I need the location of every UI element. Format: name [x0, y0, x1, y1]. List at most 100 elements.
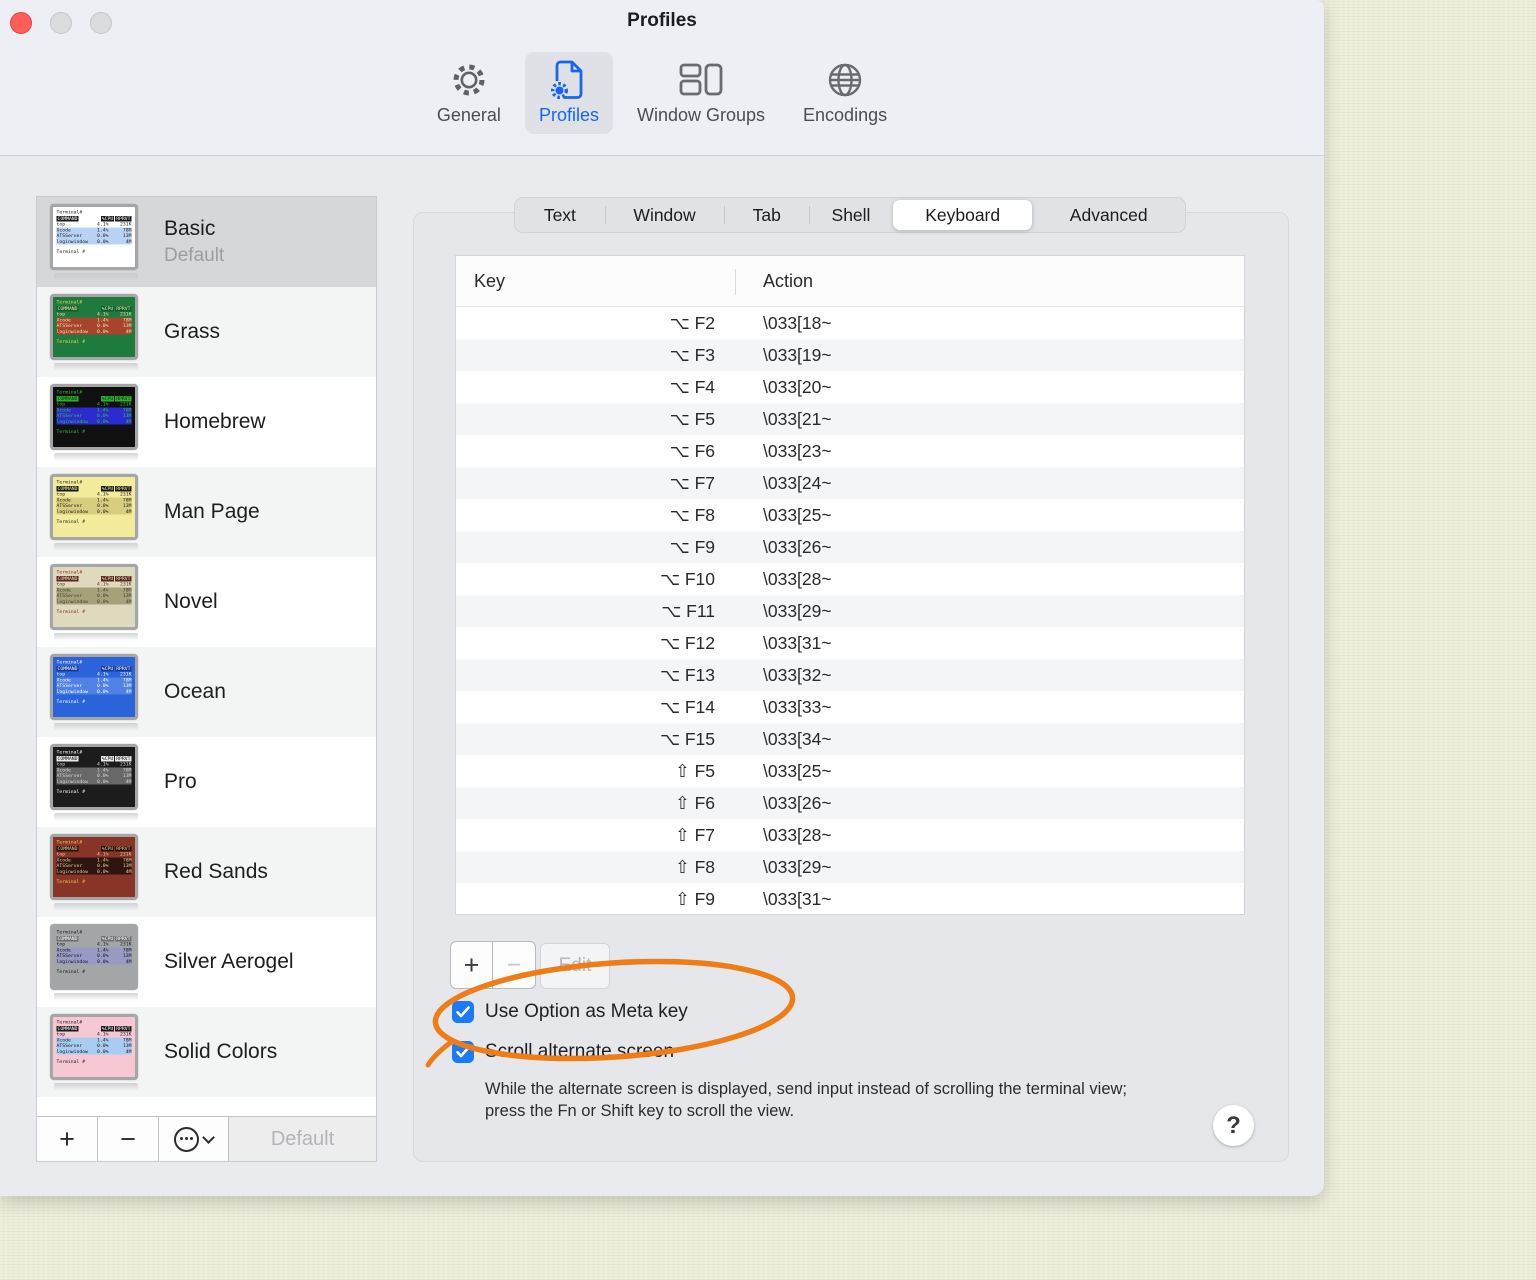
table-row[interactable]: ⇧ F7 \033[28~: [456, 819, 1244, 851]
profile-row-silver-aerogel[interactable]: Terminal# COMMAND %CPU RPRVT top 4.1% 231K Xcod…: [37, 917, 376, 1007]
profile-thumbnail: Terminal# COMMAND %CPU RPRVT top 4.1% 231K Xcod…: [50, 653, 142, 731]
toolbar-item-general[interactable]: General: [423, 52, 515, 134]
titlebar: Profiles General Profiles Window Groups …: [0, 0, 1324, 156]
toolbar: General Profiles Window Groups Encodings: [0, 52, 1324, 134]
table-row[interactable]: ⇧ F5 \033[25~: [456, 755, 1244, 787]
profile-row-ocean[interactable]: Terminal# COMMAND %CPU RPRVT top 4.1% 231K Xcod…: [37, 647, 376, 737]
remove-key-binding-button[interactable]: −: [493, 941, 536, 989]
window-tiles-icon: [678, 59, 724, 101]
scroll-alternate-description: While the alternate screen is displayed,…: [485, 1080, 1128, 1120]
tab-shell[interactable]: Shell: [809, 198, 893, 232]
chevron-down-icon: [202, 1130, 215, 1144]
ellipsis-circle-icon: [174, 1126, 199, 1152]
terminal-preview: Terminal# COMMAND %CPU RPRVT top 4.1% 231K Xcod…: [53, 926, 135, 987]
table-row[interactable]: ⌥ F14 \033[33~: [456, 691, 1244, 723]
checkbox-label: Scroll alternate screen: [485, 1041, 675, 1062]
table-row[interactable]: ⌥ F3 \033[19~: [456, 339, 1244, 371]
profile-row-red-sands[interactable]: Terminal# COMMAND %CPU RPRVT top 4.1% 231K Xcod…: [37, 827, 376, 917]
table-row[interactable]: ⌥ F8 \033[25~: [456, 499, 1244, 531]
edit-key-binding-button[interactable]: Edit: [540, 943, 610, 989]
thumbnail-reflection: [54, 542, 138, 551]
table-row[interactable]: ⇧ F6 \033[26~: [456, 787, 1244, 819]
profile-thumbnail: Terminal# COMMAND %CPU RPRVT top 4.1% 231K Xcod…: [50, 1013, 142, 1091]
table-row[interactable]: ⌥ F10 \033[28~: [456, 563, 1244, 595]
terminal-preview: Terminal# COMMAND %CPU RPRVT top 4.1% 231K Xcod…: [53, 656, 135, 717]
thumbnail-reflection: [54, 722, 138, 731]
table-row[interactable]: ⌥ F7 \033[24~: [456, 467, 1244, 499]
terminal-preview: Terminal# COMMAND %CPU RPRVT top 4.1% 231K Xcod…: [53, 746, 135, 807]
checkbox-checked[interactable]: [452, 1001, 474, 1023]
remove-profile-button[interactable]: −: [98, 1117, 159, 1161]
add-profile-button[interactable]: +: [37, 1117, 98, 1161]
key-binding-editor-buttons: + − Edit: [450, 941, 610, 989]
thumbnail-reflection: [54, 362, 138, 371]
profile-thumbnail: Terminal# COMMAND %CPU RPRVT top 4.1% 231K Xcod…: [50, 563, 142, 641]
tab-tab[interactable]: Tab: [724, 198, 809, 232]
terminal-preview: Terminal# COMMAND %CPU RPRVT top 4.1% 231K Xcod…: [53, 566, 135, 627]
checkbox-checked[interactable]: [452, 1041, 474, 1063]
thumbnail-reflection: [54, 452, 138, 461]
profile-row-novel[interactable]: Terminal# COMMAND %CPU RPRVT top 4.1% 231K Xcod…: [37, 557, 376, 647]
column-header-action: Action: [763, 270, 814, 291]
profiles-sidebar: Terminal# COMMAND %CPU RPRVT top 4.1% 231K Xcod…: [36, 196, 377, 1162]
use-option-as-meta-checkbox-row[interactable]: Use Option as Meta key: [452, 998, 688, 1026]
terminal-preview: Terminal# COMMAND %CPU RPRVT top 4.1% 231K Xcod…: [53, 386, 135, 447]
column-header-key: Key: [474, 270, 506, 291]
thumbnail-reflection: [54, 902, 138, 911]
thumbnail-reflection: [54, 1082, 138, 1091]
profile-row-grass[interactable]: Terminal# COMMAND %CPU RPRVT top 4.1% 231K Xcod…: [37, 287, 376, 377]
window-title: Profiles: [627, 10, 697, 31]
table-row[interactable]: ⌥ F15 \033[34~: [456, 723, 1244, 755]
thumbnail-reflection: [54, 272, 138, 281]
profile-thumbnail: Terminal# COMMAND %CPU RPRVT top 4.1% 231K Xcod…: [50, 473, 142, 551]
terminal-preview: Terminal# COMMAND %CPU RPRVT top 4.1% 231K Xcod…: [53, 1016, 135, 1077]
sidebar-footer: + − Default: [37, 1116, 376, 1161]
terminal-preview: Terminal# COMMAND %CPU RPRVT top 4.1% 231K Xcod…: [53, 476, 135, 537]
key-bindings-table: Key Action ⌥ F2 \033[18~ ⌥ F3 \033[19~ ⌥ F…: [455, 255, 1245, 915]
profile-list: Terminal# COMMAND %CPU RPRVT top 4.1% 231K Xcod…: [37, 197, 376, 1117]
profile-row-man-page[interactable]: Terminal# COMMAND %CPU RPRVT top 4.1% 231K Xcod…: [37, 467, 376, 557]
table-row[interactable]: ⇧ F9 \033[31~: [456, 883, 1244, 915]
table-row[interactable]: ⌥ F6 \033[23~: [456, 435, 1244, 467]
profile-row-solid-colors[interactable]: Terminal# COMMAND %CPU RPRVT top 4.1% 231K Xcod…: [37, 1007, 376, 1097]
table-row[interactable]: ⌥ F2 \033[18~: [456, 307, 1244, 339]
terminal-preview: Terminal# COMMAND %CPU RPRVT top 4.1% 231K Xcod…: [53, 206, 135, 267]
tab-keyboard[interactable]: Keyboard: [892, 200, 1033, 230]
profile-thumbnail: Terminal# COMMAND %CPU RPRVT top 4.1% 231K Xcod…: [50, 203, 142, 281]
table-row[interactable]: ⌥ F13 \033[32~: [456, 659, 1244, 691]
checkmark-icon: [456, 1006, 470, 1018]
table-row[interactable]: ⌥ F12 \033[31~: [456, 627, 1244, 659]
terminal-preview: Terminal# COMMAND %CPU RPRVT top 4.1% 231K Xcod…: [53, 836, 135, 897]
profile-row-pro[interactable]: Terminal# COMMAND %CPU RPRVT top 4.1% 231K Xcod…: [37, 737, 376, 827]
profile-thumbnail: Terminal# COMMAND %CPU RPRVT top 4.1% 231K Xcod…: [50, 293, 142, 371]
toolbar-item-profiles[interactable]: Profiles: [524, 52, 613, 134]
table-row[interactable]: ⌥ F11 \033[29~: [456, 595, 1244, 627]
toolbar-item-window-groups[interactable]: Window Groups: [623, 52, 779, 134]
terminal-preview: Terminal# COMMAND %CPU RPRVT top 4.1% 231K Xcod…: [53, 296, 135, 357]
document-with-gear-icon: [550, 59, 588, 101]
set-default-button[interactable]: Default: [229, 1117, 376, 1161]
table-body: ⌥ F2 \033[18~ ⌥ F3 \033[19~ ⌥ F4 \033[20~ ⌥…: [456, 307, 1244, 915]
toolbar-item-encodings[interactable]: Encodings: [789, 52, 901, 134]
tab-text[interactable]: Text: [515, 198, 605, 232]
profile-thumbnail: Terminal# COMMAND %CPU RPRVT top 4.1% 231K Xcod…: [50, 383, 142, 461]
scroll-alternate-screen-checkbox-row[interactable]: Scroll alternate screen: [452, 1038, 674, 1066]
thumbnail-reflection: [54, 812, 138, 821]
table-row[interactable]: ⌥ F9 \033[26~: [456, 531, 1244, 563]
profile-actions-menu-button[interactable]: [159, 1117, 229, 1161]
profile-row-basic[interactable]: Terminal# COMMAND %CPU RPRVT top 4.1% 231K Xcod…: [37, 197, 376, 287]
preferences-window: Profiles General Profiles Window Groups …: [0, 0, 1324, 1196]
add-key-binding-button[interactable]: +: [450, 941, 493, 989]
table-row[interactable]: ⇧ F8 \033[29~: [456, 851, 1244, 883]
thumbnail-reflection: [54, 992, 138, 1001]
table-row[interactable]: ⌥ F4 \033[20~: [456, 371, 1244, 403]
tab-window[interactable]: Window: [604, 198, 725, 232]
table-row[interactable]: ⌥ F5 \033[21~: [456, 403, 1244, 435]
profile-row-homebrew[interactable]: Terminal# COMMAND %CPU RPRVT top 4.1% 231K Xcod…: [37, 377, 376, 467]
thumbnail-reflection: [54, 632, 138, 641]
tab-advanced[interactable]: Advanced: [1032, 198, 1185, 232]
column-divider[interactable]: [735, 269, 736, 295]
help-button[interactable]: ?: [1213, 1105, 1254, 1146]
profile-thumbnail: Terminal# COMMAND %CPU RPRVT top 4.1% 231K Xcod…: [50, 833, 142, 911]
profile-thumbnail: Terminal# COMMAND %CPU RPRVT top 4.1% 231K Xcod…: [50, 743, 142, 821]
